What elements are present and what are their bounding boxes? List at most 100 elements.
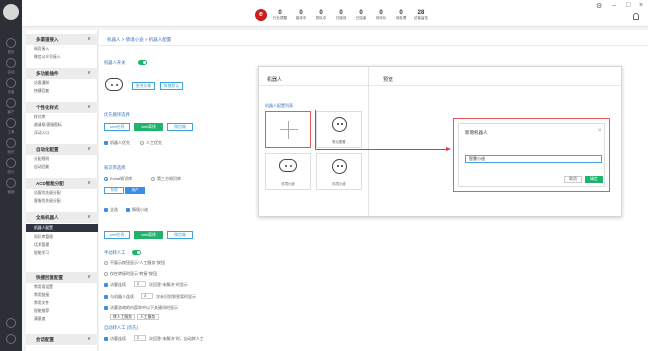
sidebar-item[interactable]: 智能学习 xyxy=(34,251,49,256)
robot-face-icon xyxy=(332,117,347,132)
stat-serving[interactable]: 0 接待中 xyxy=(292,10,310,21)
sidebar-item[interactable]: 邀请框/客服图标 xyxy=(34,123,62,128)
sidebar-item[interactable]: 话术管理 xyxy=(34,243,49,248)
transfer-option-1-radio[interactable] xyxy=(104,261,108,265)
sidebar-item[interactable]: 常用文件 xyxy=(34,301,49,306)
sidebar-item[interactable]: 知识库管理 xyxy=(34,235,53,240)
robot-card-name: 情境小迪 xyxy=(281,182,295,186)
sidebar-item[interactable]: 自动回复 xyxy=(34,165,49,170)
rule3-checkbox[interactable] xyxy=(104,306,108,310)
rail-label-6: 统计 xyxy=(7,170,15,174)
kb-tab-system[interactable]: 系统 xyxy=(104,187,124,194)
bell-icon[interactable] xyxy=(633,13,639,20)
sidebar-item[interactable]: 访客通知 xyxy=(34,81,49,86)
minimize-icon[interactable]: – xyxy=(612,2,616,9)
rule1-count-select[interactable]: 2 xyxy=(134,281,146,287)
stats-icon[interactable] xyxy=(6,158,16,168)
tab-web-offline-2[interactable]: web离线 xyxy=(134,231,163,239)
panel-header-divider xyxy=(259,85,621,86)
panel-left-title: 机器人 xyxy=(267,77,283,83)
sidebar-item[interactable]: 网页接入 xyxy=(34,47,49,52)
sidebar-group-channels[interactable]: 多渠道接入 ∨ xyxy=(26,34,98,45)
stat-ended[interactable]: 0 已结束 xyxy=(352,10,370,21)
tab-web-online[interactable]: web在线 xyxy=(104,123,130,131)
close-icon[interactable]: × xyxy=(598,128,602,134)
kb-tab-user[interactable]: 用户 xyxy=(125,187,145,194)
transfer-option-2-radio[interactable] xyxy=(104,272,108,276)
rule1-checkbox[interactable] xyxy=(104,283,108,287)
restore-default-button[interactable]: 恢复默认 xyxy=(160,82,183,90)
sidebar-group-styles[interactable]: 个性化样式 ∨ xyxy=(26,102,98,113)
chevron-down-icon: ∨ xyxy=(86,36,91,42)
breadcrumb: 机器人 > 情境小迪 > 机器人配置 xyxy=(107,37,172,42)
chevron-down-icon: ∨ xyxy=(86,274,91,280)
robot-card[interactable]: 情境小迪 xyxy=(265,153,311,190)
kb-section-label: 知识库选择 xyxy=(104,165,126,170)
change-avatar-button[interactable]: 更改头像 xyxy=(132,82,155,90)
stat-messages[interactable]: 28 访客留言 xyxy=(412,10,430,21)
rule4-count-select[interactable]: 2 xyxy=(134,335,146,341)
settings-icon[interactable] xyxy=(6,318,16,328)
sidebar-group-robot[interactable]: 全局机器人 ∨ xyxy=(26,212,98,223)
sidebar-item[interactable]: 快捷回复 xyxy=(34,89,49,94)
robot-switch-toggle[interactable] xyxy=(138,60,147,65)
rule2-count-select[interactable]: 3 xyxy=(141,293,153,299)
tab-web-offline[interactable]: web离线 xyxy=(134,123,163,131)
manual-transfer-toggle[interactable] xyxy=(132,250,141,255)
sidebar-item[interactable]: 智能推荐 xyxy=(34,309,49,314)
sidebar-item[interactable]: 分配规则 xyxy=(34,157,49,162)
ticket-icon[interactable] xyxy=(6,118,16,128)
tab-wechat-2[interactable]: 微信端 xyxy=(167,231,193,239)
confirm-button[interactable]: 确定 xyxy=(585,176,603,183)
rail-label-4: 工单 xyxy=(7,130,15,134)
plus-icon xyxy=(280,129,298,130)
robot-name-input[interactable]: 智慧小迪 xyxy=(465,155,602,163)
keyword-tag-1[interactable]: 转人工服务 xyxy=(110,314,135,320)
robot-card[interactable]: 默认配置 xyxy=(316,111,362,148)
cancel-button[interactable]: 取消 xyxy=(564,176,582,183)
sidebar-item[interactable]: 微信公众号接入 xyxy=(34,55,61,60)
tab-wechat[interactable]: 微信端 xyxy=(167,123,193,131)
help-icon[interactable] xyxy=(6,334,16,344)
sidebar-group-session[interactable]: 会话配置 ∨ xyxy=(26,334,98,345)
customer-icon[interactable] xyxy=(6,98,16,108)
human-first-radio[interactable] xyxy=(140,141,144,145)
stat-queue[interactable]: 0 排队中 xyxy=(312,10,330,21)
stat-pending-rating[interactable]: 0 待评价 xyxy=(372,10,390,21)
robot-first-checkbox[interactable] xyxy=(104,141,108,145)
sidebar-group-acd[interactable]: ACD智能分配 ∨ xyxy=(26,178,98,189)
sidebar-item[interactable]: 满意度 xyxy=(34,317,45,322)
tab-web-online-2[interactable]: web在线 xyxy=(104,231,130,239)
kb-item-checkbox[interactable] xyxy=(126,208,130,212)
sidebar-item[interactable]: 常用链接 xyxy=(34,293,49,298)
sidebar-item[interactable]: 样式库 xyxy=(34,115,45,120)
maximize-icon[interactable]: □ xyxy=(626,2,630,9)
sidebar-group-plugins[interactable]: 多功能插件 ∨ xyxy=(26,68,98,79)
robot-card[interactable]: 情境小迪 xyxy=(316,153,362,190)
visitor-icon[interactable] xyxy=(6,78,16,88)
stat-alerts[interactable]: 0 行业提醒 xyxy=(271,10,289,21)
stat-pending[interactable]: 0 待处理 xyxy=(392,10,410,21)
sidebar-group-automation[interactable]: 自动化配置 ∨ xyxy=(26,144,98,155)
chat-icon[interactable] xyxy=(6,58,16,68)
knowledge-icon[interactable] xyxy=(6,138,16,148)
gear-icon[interactable]: ⚙ xyxy=(596,2,602,10)
rule1-prefix: 访客连续 xyxy=(110,282,126,287)
home-icon[interactable] xyxy=(6,38,16,48)
sidebar-item[interactable]: 常用语设置 xyxy=(34,285,53,290)
sidebar-item[interactable]: 访客优先级分配 xyxy=(34,191,61,196)
select-all-checkbox[interactable] xyxy=(104,208,108,212)
stat-served[interactable]: 0 已接待 xyxy=(332,10,350,21)
sidebar-item[interactable]: 浮动入口 xyxy=(34,131,49,136)
keyword-tag-2[interactable]: 人工服务 xyxy=(137,314,159,320)
close-icon[interactable]: × xyxy=(639,2,643,9)
rule2-checkbox[interactable] xyxy=(104,295,108,299)
rule4-checkbox[interactable] xyxy=(104,337,108,341)
add-robot-tile[interactable] xyxy=(265,111,311,148)
sidebar-item[interactable]: 客服优先级分配 xyxy=(34,199,61,204)
sidebar-item-robot-config[interactable]: 机器人配置 xyxy=(26,224,98,232)
echat-kb-radio[interactable] xyxy=(104,177,108,181)
marketing-icon[interactable] xyxy=(6,178,16,188)
third-party-kb-radio[interactable] xyxy=(151,177,155,181)
sidebar-group-quick-reply[interactable]: 快捷回复配置 ∨ xyxy=(26,272,98,283)
